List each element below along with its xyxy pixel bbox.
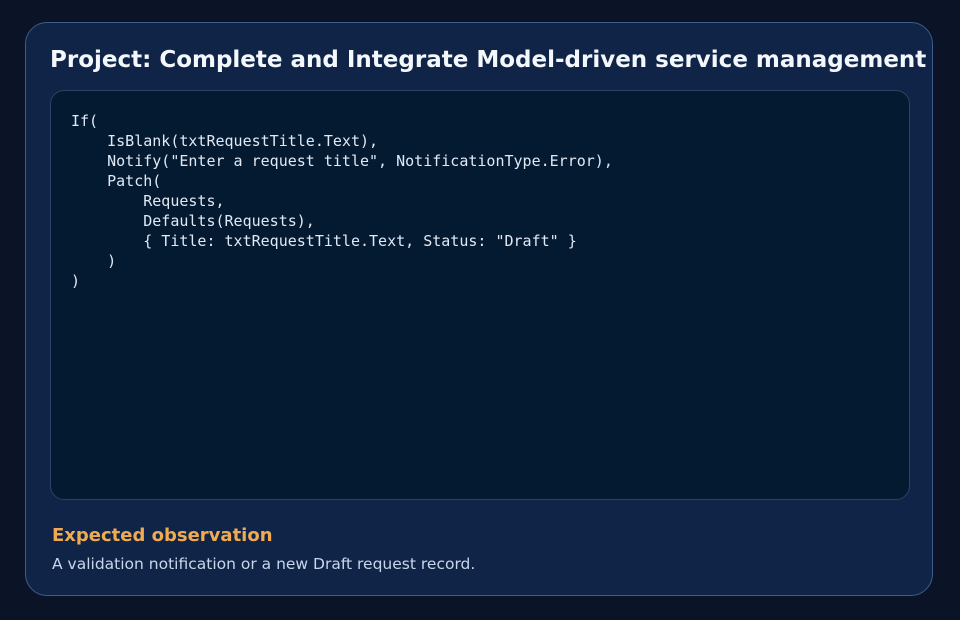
code-panel: If( IsBlank(txtRequestTitle.Text), Notif… <box>50 90 910 500</box>
project-title: Project: Complete and Integrate Model-dr… <box>50 47 927 73</box>
expected-observation-text: A validation notification or a new Draft… <box>52 555 476 573</box>
project-card: Project: Complete and Integrate Model-dr… <box>25 22 933 596</box>
expected-observation-heading: Expected observation <box>52 525 273 546</box>
code-snippet: If( IsBlank(txtRequestTitle.Text), Notif… <box>71 112 613 290</box>
